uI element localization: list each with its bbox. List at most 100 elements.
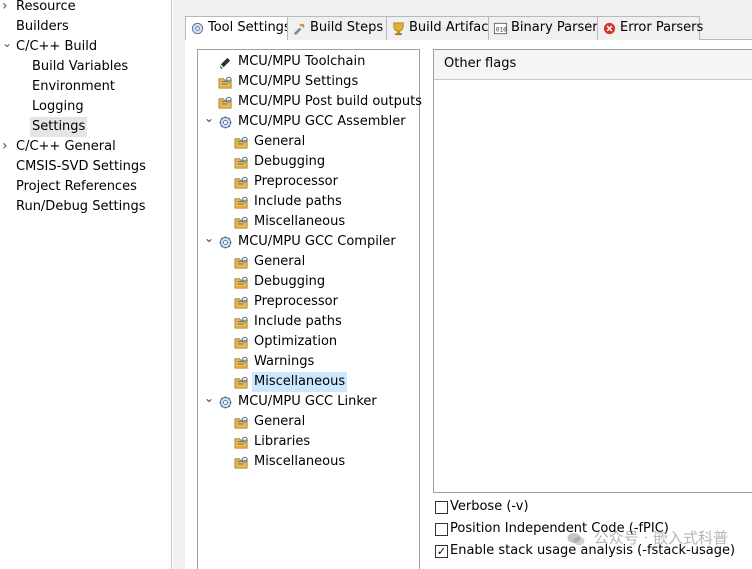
nav-item-label: Run/Debug Settings [16, 199, 146, 214]
binary-parsers-icon: 010 [493, 21, 507, 35]
tool-tree-label: MCU/MPU Post build outputs [238, 94, 422, 109]
options-panel: Other flags [433, 49, 752, 493]
tool-tree-item[interactable]: MCU/MPU Settings [198, 72, 419, 92]
tool-tree-item[interactable]: Libraries [198, 432, 419, 452]
chevron-down-icon[interactable]: ⌄ [204, 108, 214, 128]
checkbox-unchecked[interactable] [435, 501, 448, 514]
tool-tree-label: Optimization [254, 334, 338, 349]
nav-item-label: Project References [16, 179, 137, 194]
tab-content: MCU/MPU Toolchain MCU/MPU Settings MCU/MPU… [185, 40, 752, 569]
tab-label: Build Artifact [409, 20, 494, 35]
option-category-icon [234, 255, 249, 269]
chevron-down-icon[interactable]: ⌄ [204, 228, 214, 248]
tool-gear-icon [218, 235, 233, 249]
chevron-down-icon[interactable]: ⌄ [204, 388, 214, 408]
option-category-icon [234, 315, 249, 329]
tool-tree-item[interactable]: Optimization [198, 332, 419, 352]
tool-tree-item[interactable]: Preprocessor [198, 292, 419, 312]
nav-item-settings[interactable]: Settings [0, 117, 170, 137]
nav-item-logging[interactable]: Logging [0, 97, 170, 117]
option-category-icon [234, 215, 249, 229]
nav-item-label: Build Variables [32, 59, 129, 74]
tool-tree-item[interactable]: Miscellaneous [198, 452, 419, 472]
nav-item-run-debug-settings[interactable]: Run/Debug Settings [0, 197, 170, 217]
tool-tree-item[interactable]: MCU/MPU Toolchain [198, 52, 419, 72]
nav-item-c-c-build[interactable]: ⌄ C/C++ Build [0, 36, 170, 57]
tool-settings-icon [190, 21, 204, 35]
tool-tree-label: Miscellaneous [252, 372, 348, 392]
properties-nav: › Resource Builders ⌄ C/C++ Build Build Varia… [0, 0, 172, 569]
option-category-icon [218, 75, 233, 89]
nav-item-project-references[interactable]: Project References [0, 177, 170, 197]
toolchain-icon [218, 55, 233, 70]
tab-label: Build Steps [310, 20, 384, 35]
tool-tree-label: Libraries [254, 434, 311, 449]
tool-tree-item[interactable]: Include paths [198, 192, 419, 212]
tool-tree-item[interactable]: Debugging [198, 152, 419, 172]
nav-item-cmsis-svd-settings[interactable]: CMSIS-SVD Settings [0, 157, 170, 177]
nav-item-label: Logging [32, 99, 84, 114]
option-category-icon [234, 355, 249, 369]
tool-tree-label: Miscellaneous [254, 214, 346, 229]
tool-tree-label: Preprocessor [254, 174, 338, 189]
tool-tree-item[interactable]: Miscellaneous [198, 212, 419, 232]
nav-item-builders[interactable]: Builders [0, 17, 170, 37]
checkbox-checked[interactable]: ✓ [435, 545, 448, 558]
tool-tree-item[interactable]: Miscellaneous [198, 372, 419, 392]
option-category-icon [234, 415, 249, 429]
svg-text:010: 010 [496, 26, 507, 33]
nav-item-resource[interactable]: › Resource [0, 0, 170, 17]
nav-item-build-variables[interactable]: Build Variables [0, 57, 170, 77]
tool-tree-item[interactable]: General [198, 412, 419, 432]
other-flags-header: Other flags [434, 50, 752, 80]
nav-item-label: C/C++ Build [16, 39, 98, 54]
tool-tree-item[interactable]: ⌄ MCU/MPU GCC Assembler [198, 111, 419, 132]
chevron-down-icon[interactable]: ⌄ [2, 33, 12, 53]
option-checkbox-row[interactable]: Verbose (-v) [433, 497, 752, 517]
build-steps-icon [292, 21, 306, 36]
tab-label: Tool Settings [208, 20, 291, 35]
tab-error-parsers[interactable]: Error Parsers [597, 16, 703, 40]
chevron-right-icon[interactable]: › [2, 136, 12, 156]
tool-tree-label: Preprocessor [254, 294, 338, 309]
tool-gear-icon [218, 115, 233, 129]
tool-tree-item[interactable]: Debugging [198, 272, 419, 292]
tool-tree-item[interactable]: Preprocessor [198, 172, 419, 192]
tool-tree-label: Debugging [254, 274, 326, 289]
tool-settings-tabbar: Tool Settings Build Steps Build Artifact 01… [185, 16, 752, 41]
watermark: 公众号 · 嵌入式科普 [567, 527, 728, 549]
nav-item-label: CMSIS-SVD Settings [16, 159, 146, 174]
tab-build-steps[interactable]: Build Steps [287, 16, 387, 40]
tool-tree-label: MCU/MPU GCC Linker [238, 394, 377, 409]
chevron-right-icon[interactable]: › [2, 0, 12, 16]
watermark-text: 公众号 · 嵌入式科普 [593, 529, 728, 547]
option-category-icon [234, 375, 249, 389]
nav-item-environment[interactable]: Environment [0, 77, 170, 97]
tool-tree-item[interactable]: ⌄ MCU/MPU GCC Linker [198, 391, 419, 412]
option-category-icon [234, 195, 249, 209]
tool-tree-label: MCU/MPU Toolchain [238, 54, 366, 69]
tool-tree-label: General [254, 134, 306, 149]
tab-label: Binary Parsers [511, 20, 605, 35]
tool-tree-item[interactable]: ⌄ MCU/MPU GCC Compiler [198, 231, 419, 252]
tool-tree-item[interactable]: General [198, 252, 419, 272]
tab-build-artifact[interactable]: Build Artifact [386, 16, 494, 40]
tool-tree-label: Include paths [254, 194, 342, 209]
tab-tool-settings[interactable]: Tool Settings [185, 16, 291, 41]
settings-page: Tool Settings Build Steps Build Artifact 01… [173, 0, 752, 569]
tab-binary-parsers[interactable]: 010 Binary Parsers [488, 16, 604, 40]
nav-item-label: Environment [32, 79, 116, 94]
checkbox-unchecked[interactable] [435, 523, 448, 536]
tool-tree[interactable]: MCU/MPU Toolchain MCU/MPU Settings MCU/MPU… [197, 49, 422, 569]
tool-tree-item[interactable]: MCU/MPU Post build outputs [198, 92, 422, 112]
nav-item-c-c-general[interactable]: › C/C++ General [0, 137, 170, 157]
nav-item-label: C/C++ General [16, 139, 116, 154]
option-category-icon [218, 95, 233, 109]
option-category-icon [234, 455, 249, 469]
tool-tree-item[interactable]: Warnings [198, 352, 419, 372]
option-category-icon [234, 335, 249, 349]
error-parsers-icon [602, 21, 616, 35]
tool-tree-item[interactable]: General [198, 132, 419, 152]
tool-tree-label: General [254, 414, 306, 429]
tool-tree-item[interactable]: Include paths [198, 312, 419, 332]
